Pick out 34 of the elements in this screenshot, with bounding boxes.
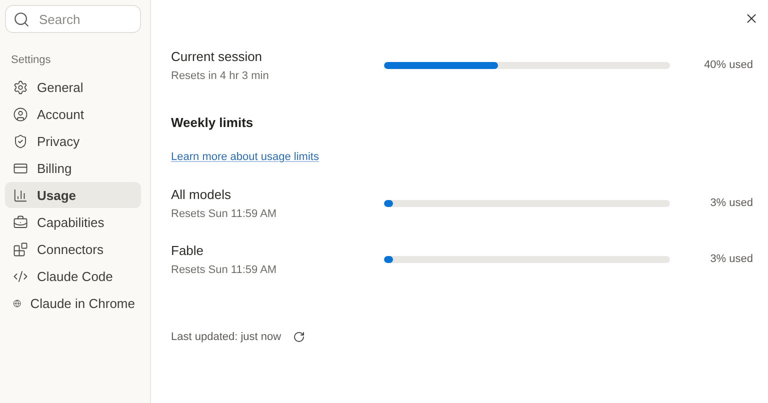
bar-chart-icon [13, 188, 28, 202]
blocks-icon [13, 242, 28, 256]
sidebar-item[interactable]: Billing [5, 155, 141, 181]
refresh-icon[interactable] [293, 331, 306, 343]
sidebar-item[interactable]: Capabilities [5, 209, 141, 235]
briefcase-icon [13, 214, 28, 230]
section-heading: Weekly limits [171, 115, 254, 130]
reset-time: Resets Sun 11:59 AM [171, 264, 278, 276]
limit-title: All models [171, 186, 232, 202]
last-updated-text: Last updated: just now [171, 331, 282, 343]
sidebar-item[interactable]: Usage [5, 182, 141, 208]
user-circle-icon [13, 106, 28, 122]
section-label: Settings [11, 54, 52, 66]
limit-title: Current session [171, 48, 264, 64]
sidebar-item[interactable]: Privacy [5, 128, 141, 154]
reset-time: Resets in 4 hr 3 min [171, 70, 270, 82]
gear-icon [13, 80, 28, 94]
usage-percent: 40% used [703, 59, 753, 71]
close-icon[interactable] [744, 11, 759, 26]
search-field[interactable]: Search [5, 5, 141, 33]
code-icon [13, 268, 28, 284]
reset-time: Resets Sun 11:59 AM [171, 208, 278, 220]
sidebar-item[interactable]: Connectors [5, 236, 141, 262]
search-icon [13, 11, 30, 28]
usage-percent: 3% used [709, 253, 753, 265]
shield-icon [13, 134, 28, 148]
sidebar-item[interactable]: Claude in Chrome [5, 290, 141, 316]
sidebar-item[interactable]: General [5, 74, 141, 100]
usage-percent: 3% used [709, 197, 753, 209]
sidebar-item[interactable]: Account [5, 101, 141, 127]
credit-card-icon [13, 160, 28, 176]
limit-title: Fable [171, 242, 205, 258]
sidebar-item[interactable]: Claude Code [5, 263, 141, 289]
usage-limits-link[interactable]: Learn more about usage limits [171, 151, 319, 163]
